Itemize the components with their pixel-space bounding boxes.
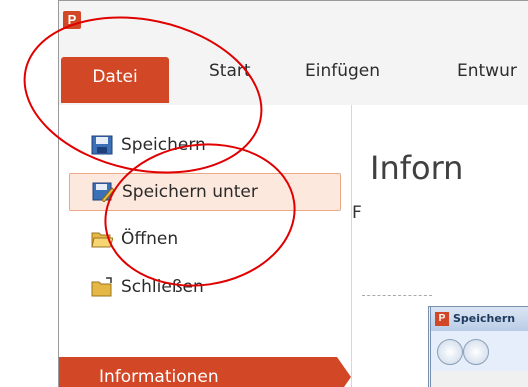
dialog-title-bar: P Speichern	[431, 307, 528, 331]
tab-datei[interactable]: Datei	[61, 57, 169, 103]
close-folder-icon	[91, 277, 113, 297]
title-bar: P	[59, 1, 528, 45]
tab-start[interactable]: Start	[209, 61, 251, 91]
back-arrow-icon[interactable]	[437, 339, 463, 365]
menu-item-speichern-unter[interactable]: Speichern unter	[69, 173, 341, 211]
info-title: Inforn	[370, 149, 464, 187]
save-as-icon	[92, 182, 115, 203]
ribbon-tabs: Datei Start Einfügen Entwur	[59, 45, 528, 106]
dialog-nav-bar	[431, 331, 528, 371]
tab-entwurf[interactable]: Entwur	[457, 61, 517, 91]
menu-item-label: Schließen	[121, 277, 204, 297]
speichern-dialog-box: P Speichern	[430, 306, 528, 387]
open-folder-icon	[91, 229, 114, 249]
tab-einfuegen[interactable]: Einfügen	[305, 61, 380, 91]
menu-item-speichern[interactable]: Speichern	[69, 127, 339, 163]
menu-item-informationen[interactable]: Informationen	[59, 357, 337, 387]
divider	[362, 295, 432, 296]
backstage-menu: Speichern Speichern unter Öffnen Schließ…	[59, 105, 352, 387]
powerpoint-icon[interactable]: P	[63, 11, 81, 29]
menu-item-oeffnen[interactable]: Öffnen	[69, 221, 339, 257]
powerpoint-small-icon: P	[435, 312, 449, 326]
selection-arrow	[337, 357, 351, 387]
info-subtitle: F	[352, 203, 362, 223]
forward-arrow-icon[interactable]	[463, 339, 489, 365]
menu-item-label: Speichern	[121, 135, 206, 155]
menu-item-label: Öffnen	[121, 229, 179, 249]
save-icon	[91, 135, 113, 155]
menu-item-schliessen[interactable]: Schließen	[69, 269, 339, 305]
dialog-title: Speichern	[453, 312, 516, 325]
menu-item-label: Speichern unter	[122, 182, 258, 202]
